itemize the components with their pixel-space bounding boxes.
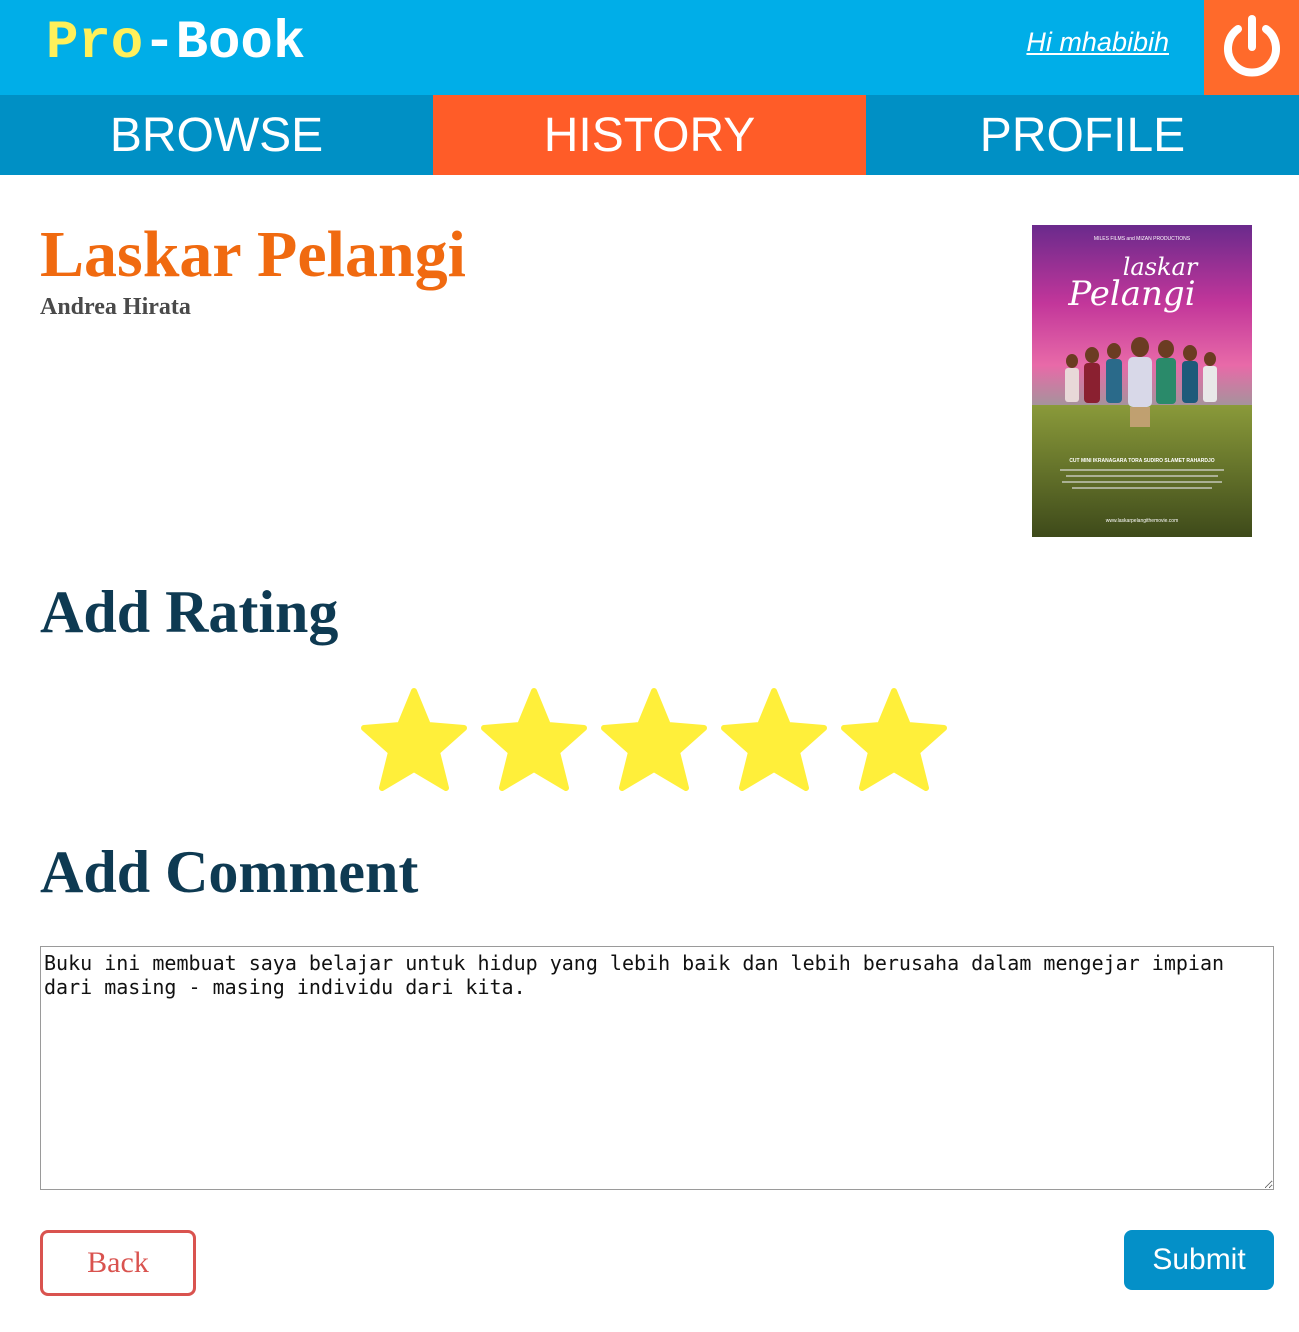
star-icon[interactable] — [718, 685, 830, 797]
add-comment-heading: Add Comment — [40, 839, 419, 905]
back-button[interactable]: Back — [40, 1230, 196, 1296]
cover-website: www.laskarpelangithemovie.com — [1106, 518, 1179, 524]
logout-button[interactable] — [1204, 0, 1299, 95]
comment-textarea[interactable]: Buku ini membuat saya belajar untuk hidu… — [40, 946, 1274, 1190]
main-nav: BROWSE HISTORY PROFILE — [0, 95, 1299, 175]
cover-title-line2: Pelangi — [1067, 274, 1195, 314]
tab-profile[interactable]: PROFILE — [866, 95, 1299, 175]
logo-book-text: -Book — [143, 13, 306, 74]
power-icon — [1223, 14, 1280, 76]
tab-browse[interactable]: BROWSE — [0, 95, 433, 175]
book-author: Andrea Hirata — [40, 294, 191, 320]
logo-pro-text: Pro — [46, 13, 144, 74]
cover-top-credit: MILES FILMS and MIZAN PRODUCTIONS — [1094, 236, 1191, 242]
tab-history[interactable]: HISTORY — [433, 95, 866, 175]
star-icon[interactable] — [358, 685, 470, 797]
book-cover-image: MILES FILMS and MIZAN PRODUCTIONS laskar… — [1032, 225, 1252, 537]
cover-cast: CUT MINI IKRANAGARA TORA SUDIRO SLAMET R… — [1069, 458, 1214, 464]
add-rating-heading: Add Rating — [40, 579, 339, 645]
app-logo[interactable]: Pro-Book — [46, 14, 305, 74]
submit-button[interactable]: Submit — [1124, 1230, 1274, 1290]
user-greeting-link[interactable]: Hi mhabibih — [1026, 27, 1169, 58]
book-title: Laskar Pelangi — [40, 218, 467, 291]
star-icon[interactable] — [598, 685, 710, 797]
star-rating-control[interactable] — [358, 685, 950, 797]
header-bar: Pro-Book Hi mhabibih — [0, 0, 1299, 95]
star-icon[interactable] — [478, 685, 590, 797]
star-icon[interactable] — [838, 685, 950, 797]
